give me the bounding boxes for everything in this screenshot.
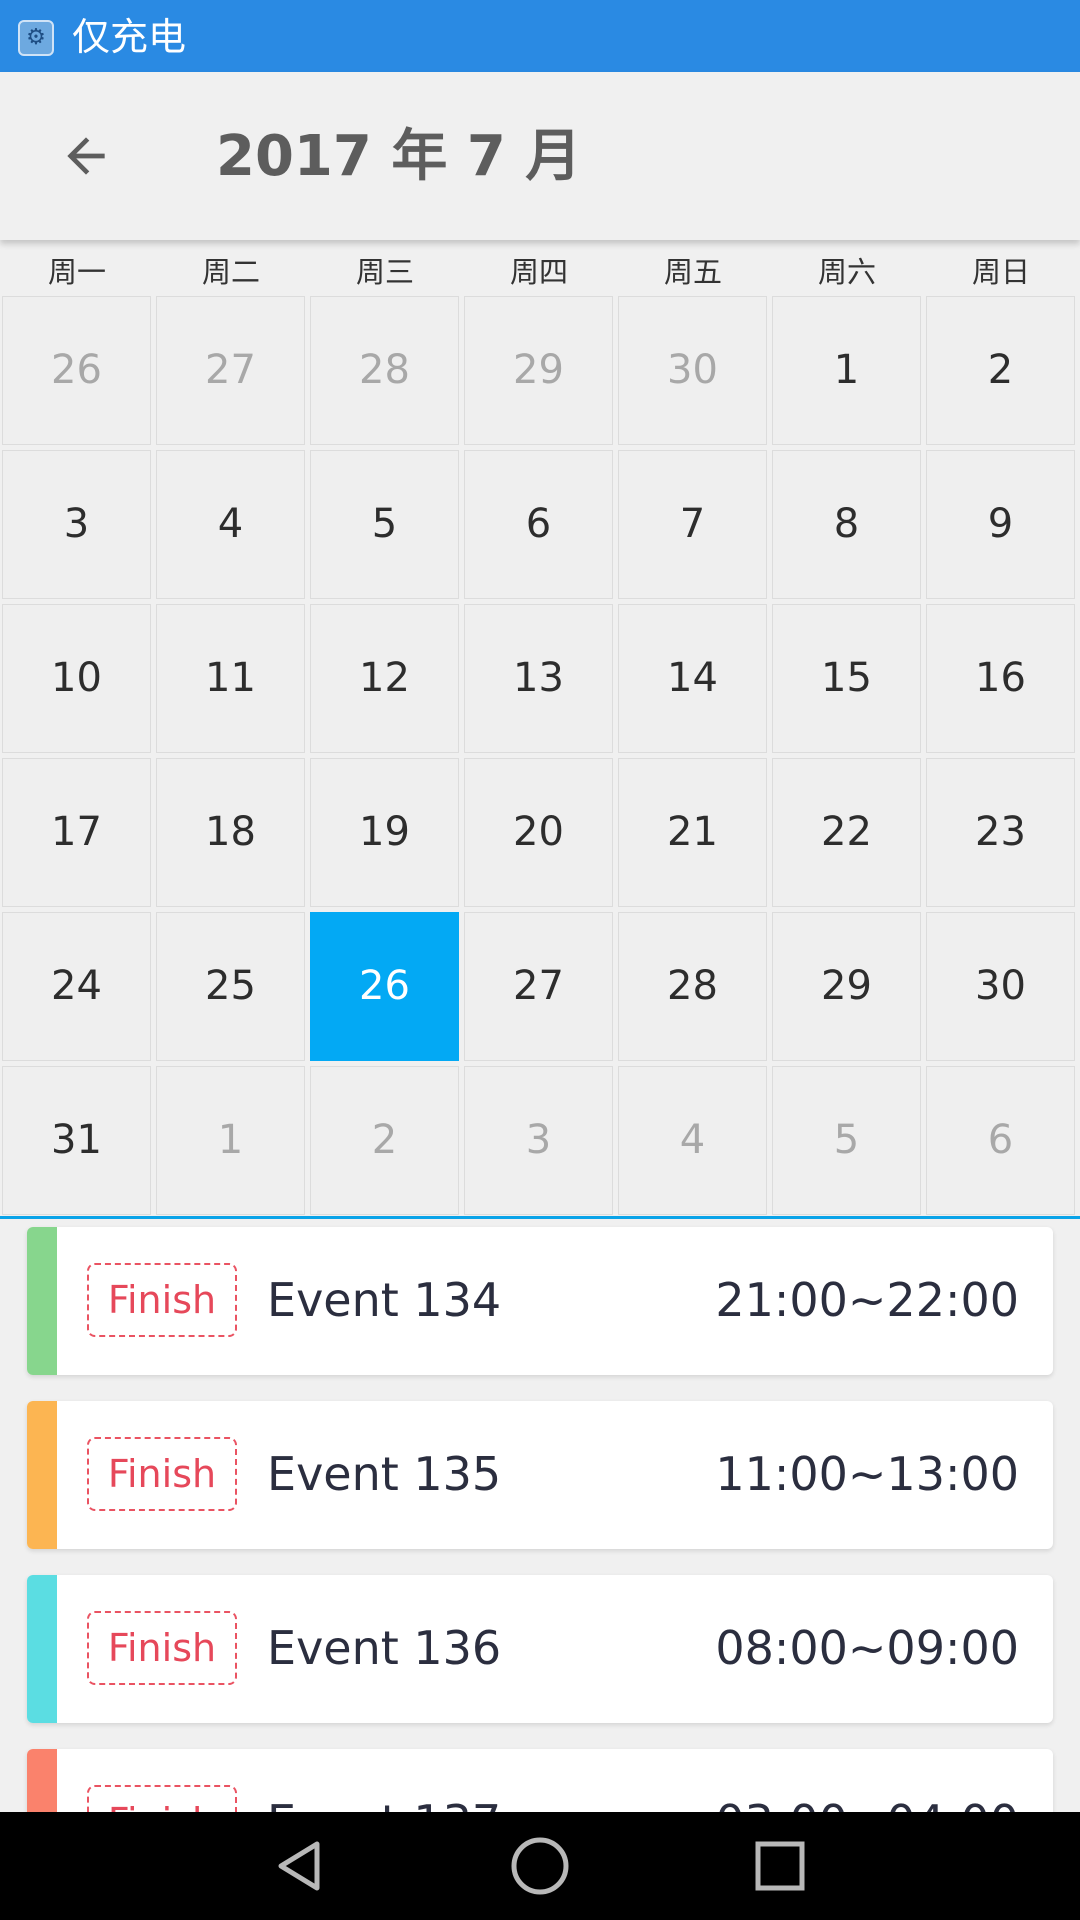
nav-home-button[interactable] [495, 1826, 585, 1906]
event-card[interactable]: Finish Event 135 11:00~13:00 [27, 1401, 1053, 1549]
calendar-day[interactable]: 18 [156, 758, 305, 907]
calendar-day[interactable]: 26 [2, 296, 151, 445]
calendar-day[interactable]: 19 [310, 758, 459, 907]
calendar-day[interactable]: 4 [618, 1066, 767, 1215]
month-title: 2017 年 7 月 [216, 124, 582, 189]
nav-recents-button[interactable] [735, 1826, 825, 1906]
calendar-day[interactable]: 6 [926, 1066, 1075, 1215]
settings-icon: ⚙ [18, 20, 54, 56]
square-recents-icon [755, 1841, 805, 1891]
triangle-back-icon [278, 1841, 320, 1891]
status-bar: ⚙ 仅充电 [0, 0, 1080, 72]
calendar-day[interactable]: 1 [156, 1066, 305, 1215]
calendar-day[interactable]: 30 [618, 296, 767, 445]
weekday-label: 周六 [817, 255, 876, 289]
calendar-day[interactable]: 5 [772, 1066, 921, 1215]
weekday-label: 周二 [201, 255, 260, 289]
event-color-stripe [27, 1749, 57, 1812]
calendar-day[interactable]: 28 [618, 912, 767, 1061]
calendar-day[interactable]: 31 [2, 1066, 151, 1215]
calendar-day[interactable]: 27 [464, 912, 613, 1061]
status-text: 仅充电 [72, 15, 187, 59]
weekday-header: 周一 周二 周三 周四 周五 周六 周日 [0, 250, 1080, 294]
calendar-day[interactable]: 7 [618, 450, 767, 599]
calendar-day[interactable]: 23 [926, 758, 1075, 907]
calendar-day[interactable]: 14 [618, 604, 767, 753]
event-color-stripe [27, 1227, 57, 1375]
calendar-day[interactable]: 20 [464, 758, 613, 907]
event-status-badge: Finish [87, 1263, 237, 1337]
event-status-badge: Finish [87, 1785, 237, 1812]
event-card[interactable]: Finish Event 137 03:00~04:00 [27, 1749, 1053, 1812]
navigation-bar [0, 1812, 1080, 1920]
calendar-day[interactable]: 1 [772, 296, 921, 445]
event-title: Event 137 [267, 1789, 501, 1812]
calendar-day[interactable]: 5 [310, 450, 459, 599]
calendar-day[interactable]: 2 [926, 296, 1075, 445]
event-list: Finish Event 134 21:00~22:00 Finish Event 13… [0, 1219, 1080, 1812]
calendar-day[interactable]: 22 [772, 758, 921, 907]
event-time: 03:00~04:00 [715, 1789, 1019, 1812]
calendar-day[interactable]: 4 [156, 450, 305, 599]
calendar-day[interactable]: 28 [310, 296, 459, 445]
calendar-day[interactable]: 10 [2, 604, 151, 753]
calendar-day[interactable]: 24 [2, 912, 151, 1061]
event-time: 21:00~22:00 [715, 1273, 1019, 1327]
circle-home-icon [511, 1837, 569, 1895]
calendar-day[interactable]: 2 [310, 1066, 459, 1215]
event-color-stripe [27, 1575, 57, 1723]
calendar-grid: 26 27 28 29 30 1 2 3 4 5 6 7 8 9 10 11 12 13 14 15 16 17 18 19 2… [0, 294, 1080, 1218]
calendar-day[interactable]: 12 [310, 604, 459, 753]
event-time: 08:00~09:00 [715, 1621, 1019, 1675]
event-title: Event 136 [267, 1621, 502, 1675]
calendar-day[interactable]: 29 [772, 912, 921, 1061]
calendar-day[interactable]: 16 [926, 604, 1075, 753]
calendar-day[interactable]: 11 [156, 604, 305, 753]
event-title: Event 135 [267, 1447, 502, 1501]
calendar-day[interactable]: 3 [464, 1066, 613, 1215]
calendar-day[interactable]: 15 [772, 604, 921, 753]
nav-back-button[interactable] [255, 1826, 345, 1906]
calendar-day[interactable]: 6 [464, 450, 613, 599]
calendar-day[interactable]: 30 [926, 912, 1075, 1061]
calendar-day[interactable]: 29 [464, 296, 613, 445]
calendar-day[interactable]: 8 [772, 450, 921, 599]
back-button[interactable] [40, 106, 140, 206]
toolbar: 2017 年 7 月 [0, 72, 1080, 240]
event-title: Event 134 [267, 1273, 502, 1327]
weekday-label: 周一 [47, 255, 106, 289]
calendar-day-selected[interactable]: 26 [310, 912, 459, 1061]
weekday-label: 周三 [355, 255, 414, 289]
calendar-day[interactable]: 25 [156, 912, 305, 1061]
event-time: 11:00~13:00 [715, 1447, 1019, 1501]
calendar-day[interactable]: 17 [2, 758, 151, 907]
calendar-day[interactable]: 21 [618, 758, 767, 907]
calendar-day[interactable]: 13 [464, 604, 613, 753]
arrow-left-icon [67, 137, 105, 175]
event-card[interactable]: Finish Event 136 08:00~09:00 [27, 1575, 1053, 1723]
event-status-badge: Finish [87, 1611, 237, 1685]
calendar-day[interactable]: 27 [156, 296, 305, 445]
calendar-day[interactable]: 9 [926, 450, 1075, 599]
event-color-stripe [27, 1401, 57, 1549]
calendar-day[interactable]: 3 [2, 450, 151, 599]
event-card[interactable]: Finish Event 134 21:00~22:00 [27, 1227, 1053, 1375]
weekday-label: 周五 [663, 255, 722, 289]
weekday-label: 周日 [971, 255, 1030, 289]
weekday-label: 周四 [509, 255, 568, 289]
event-status-badge: Finish [87, 1437, 237, 1511]
